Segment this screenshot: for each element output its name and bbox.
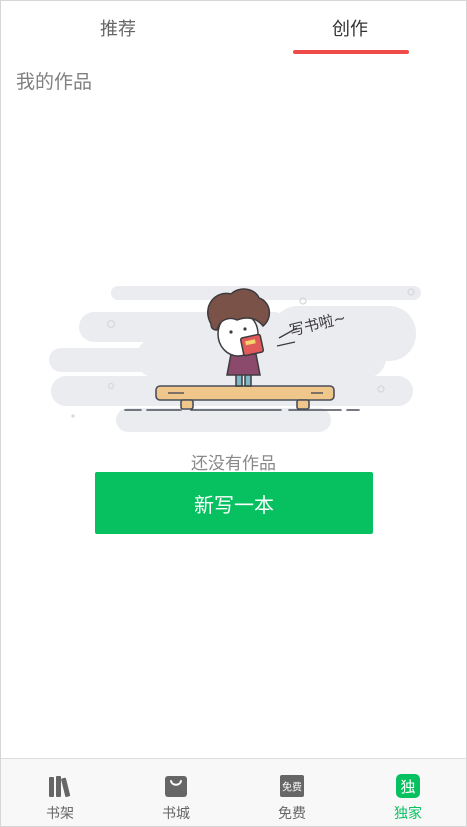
bookstore-bag-icon bbox=[165, 776, 187, 797]
bottom-navigation: 书架 书城 免费 免费 独 独家 bbox=[1, 758, 466, 826]
new-work-button[interactable]: 新写一本 bbox=[95, 472, 373, 534]
free-icon-text: 免费 bbox=[282, 781, 302, 794]
nav-item-bookshelf[interactable]: 书架 bbox=[2, 759, 118, 827]
empty-state-message: 还没有作品 bbox=[191, 454, 276, 474]
tab-recommend[interactable]: 推荐 bbox=[38, 1, 198, 57]
section-title: 我的作品 bbox=[16, 71, 93, 93]
nav-item-free[interactable]: 免费 免费 bbox=[234, 759, 350, 827]
app-screen: 推荐 创作 我的作品 写书啦~ 还没有作品 新写一本 书架 书城 免费 免费 独… bbox=[0, 0, 467, 827]
nav-item-exclusive[interactable]: 独 独家 bbox=[350, 759, 466, 827]
exclusive-icon: 独 bbox=[396, 774, 420, 798]
active-tab-indicator bbox=[293, 50, 409, 54]
nav-label: 书架 bbox=[46, 806, 74, 822]
top-tab-bar: 推荐 创作 bbox=[1, 1, 466, 57]
nav-label: 书城 bbox=[162, 806, 190, 822]
empty-state-illustration: 写书啦~ bbox=[49, 286, 421, 432]
free-tag-icon: 免费 bbox=[280, 775, 304, 797]
exclusive-icon-text: 独 bbox=[400, 778, 415, 796]
tab-create[interactable]: 创作 bbox=[270, 1, 430, 57]
nav-label: 独家 bbox=[394, 806, 422, 822]
nav-label: 免费 bbox=[278, 806, 306, 822]
nav-item-bookstore[interactable]: 书城 bbox=[118, 759, 234, 827]
bookshelf-icon bbox=[49, 776, 71, 797]
